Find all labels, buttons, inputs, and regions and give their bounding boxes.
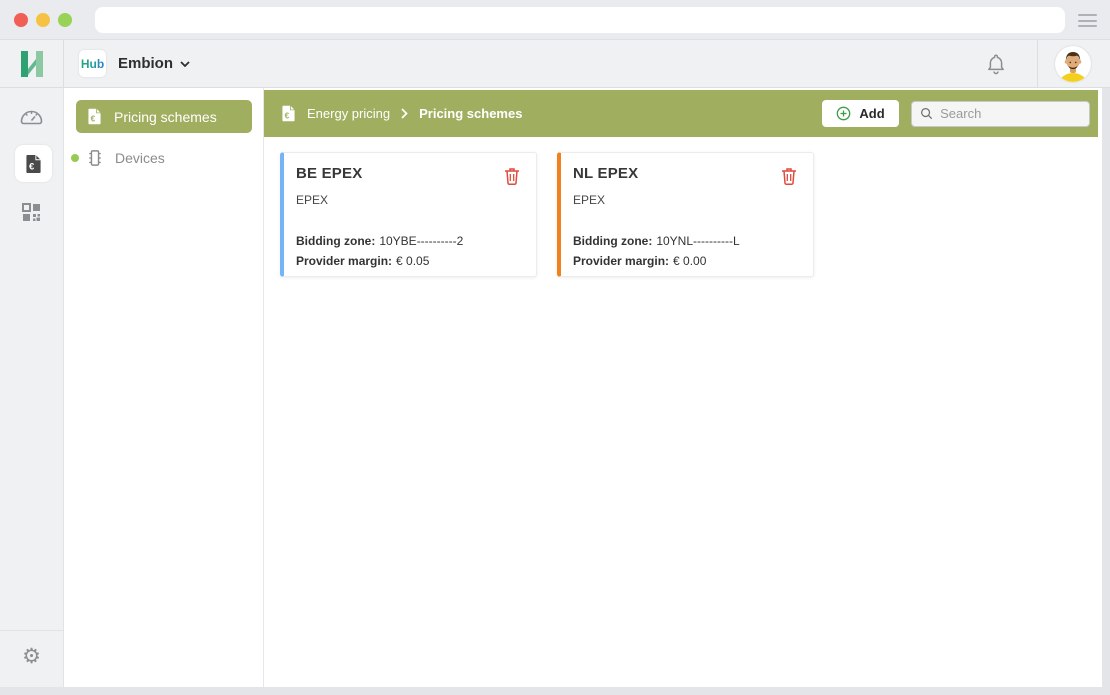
main-content: € Energy pricing Pricing schemes Add	[264, 88, 1102, 687]
search-box	[911, 101, 1090, 127]
device-icon	[87, 149, 103, 167]
field-value: € 0.05	[396, 254, 429, 268]
breadcrumb-energy-pricing[interactable]: Energy pricing	[307, 106, 390, 121]
breadcrumb-pricing-schemes: Pricing schemes	[419, 106, 522, 121]
field-label: Bidding zone:	[296, 234, 375, 248]
trash-icon	[781, 167, 797, 185]
settings-gear-icon: ⚙	[22, 646, 41, 667]
header-right	[986, 40, 1110, 87]
card-header: NL EPEX	[573, 165, 799, 187]
header-divider	[1037, 40, 1038, 87]
add-button-label: Add	[859, 106, 884, 121]
browser-chrome	[0, 0, 1110, 40]
field-provider-margin: Provider margin: € 0.05	[296, 251, 522, 271]
hub-badge-label: Hub	[81, 57, 104, 71]
search-icon	[920, 106, 933, 121]
search-input[interactable]	[940, 106, 1081, 121]
field-bidding-zone: Bidding zone: 10YNL----------L	[573, 231, 799, 251]
pricing-card-be-epex[interactable]: BE EPEX EPEX Bidding zone:10	[280, 152, 537, 277]
modules-grid-icon	[21, 202, 42, 223]
app-body: € ⚙ € Pricing schem	[0, 88, 1102, 687]
card-subtitle: EPEX	[296, 193, 522, 207]
delete-button[interactable]	[502, 165, 522, 187]
field-value: € 0.00	[673, 254, 706, 268]
pricing-cards: BE EPEX EPEX Bidding zone:10	[280, 152, 814, 277]
svg-text:€: €	[91, 114, 96, 123]
breadcrumb-separator-icon	[401, 108, 408, 119]
subnav-item-pricing-schemes[interactable]: € Pricing schemes	[76, 100, 252, 133]
sidebar-item-energy-pricing[interactable]: €	[15, 145, 52, 182]
workspace-switcher[interactable]: Embion	[118, 55, 190, 72]
secondary-sidebar: € Pricing schemes Devices	[64, 88, 264, 687]
notifications-bell-icon[interactable]	[986, 53, 1006, 75]
field-provider-margin: Provider margin: € 0.00	[573, 251, 799, 271]
card-title: BE EPEX	[296, 165, 362, 182]
browser-menu-icon[interactable]	[1078, 14, 1097, 27]
card-fields: Bidding zone: 10YNL----------L Provider m…	[573, 231, 799, 271]
field-bidding-zone: Bidding zone: 10YBE----------2	[296, 231, 522, 251]
plus-circle-icon	[836, 106, 851, 121]
primary-sidebar: € ⚙	[0, 88, 64, 687]
dashboard-gauge-icon	[19, 106, 44, 126]
trash-icon	[504, 167, 520, 185]
user-avatar[interactable]	[1055, 46, 1091, 82]
subnav-item-devices[interactable]: Devices	[64, 144, 263, 172]
sidebar-item-modules[interactable]	[0, 202, 63, 223]
pricing-document-icon: €	[281, 105, 296, 122]
field-value: 10YBE----------2	[379, 234, 463, 248]
breadcrumb-bar: € Energy pricing Pricing schemes Add	[264, 90, 1098, 137]
pricing-document-icon: €	[87, 108, 102, 125]
card-title: NL EPEX	[573, 165, 638, 182]
app-logo[interactable]	[0, 40, 64, 87]
delete-button[interactable]	[779, 165, 799, 187]
field-label: Provider margin:	[573, 254, 669, 268]
window-minimize-button[interactable]	[36, 13, 50, 27]
add-button[interactable]: Add	[822, 100, 899, 127]
subnav-label: Pricing schemes	[114, 109, 217, 125]
sidebar-item-settings[interactable]: ⚙	[0, 646, 63, 667]
hub-app-badge[interactable]: Hub	[79, 50, 106, 77]
pricing-document-icon: €	[25, 154, 42, 174]
card-header: BE EPEX	[296, 165, 522, 187]
field-label: Provider margin:	[296, 254, 392, 268]
field-label: Bidding zone:	[573, 234, 652, 248]
window-fullscreen-button[interactable]	[58, 13, 72, 27]
card-fields: Bidding zone: 10YBE----------2 Provider m…	[296, 231, 522, 271]
address-bar-input[interactable]	[95, 7, 1065, 33]
subnav-label: Devices	[115, 150, 165, 166]
card-subtitle: EPEX	[573, 193, 799, 207]
workspace-name: Embion	[118, 55, 173, 72]
field-value: 10YNL----------L	[656, 234, 739, 248]
pricing-card-nl-epex[interactable]: NL EPEX EPEX Bidding zone:10	[557, 152, 814, 277]
sidebar-divider	[0, 630, 63, 631]
app-header: Hub Embion	[0, 40, 1110, 88]
svg-text:€: €	[285, 111, 290, 120]
window-close-button[interactable]	[14, 13, 28, 27]
status-dot	[71, 154, 79, 162]
svg-text:€: €	[29, 161, 35, 172]
sidebar-item-dashboard[interactable]	[0, 106, 63, 126]
chevron-down-icon	[180, 61, 190, 67]
h-logo-icon	[17, 49, 47, 79]
